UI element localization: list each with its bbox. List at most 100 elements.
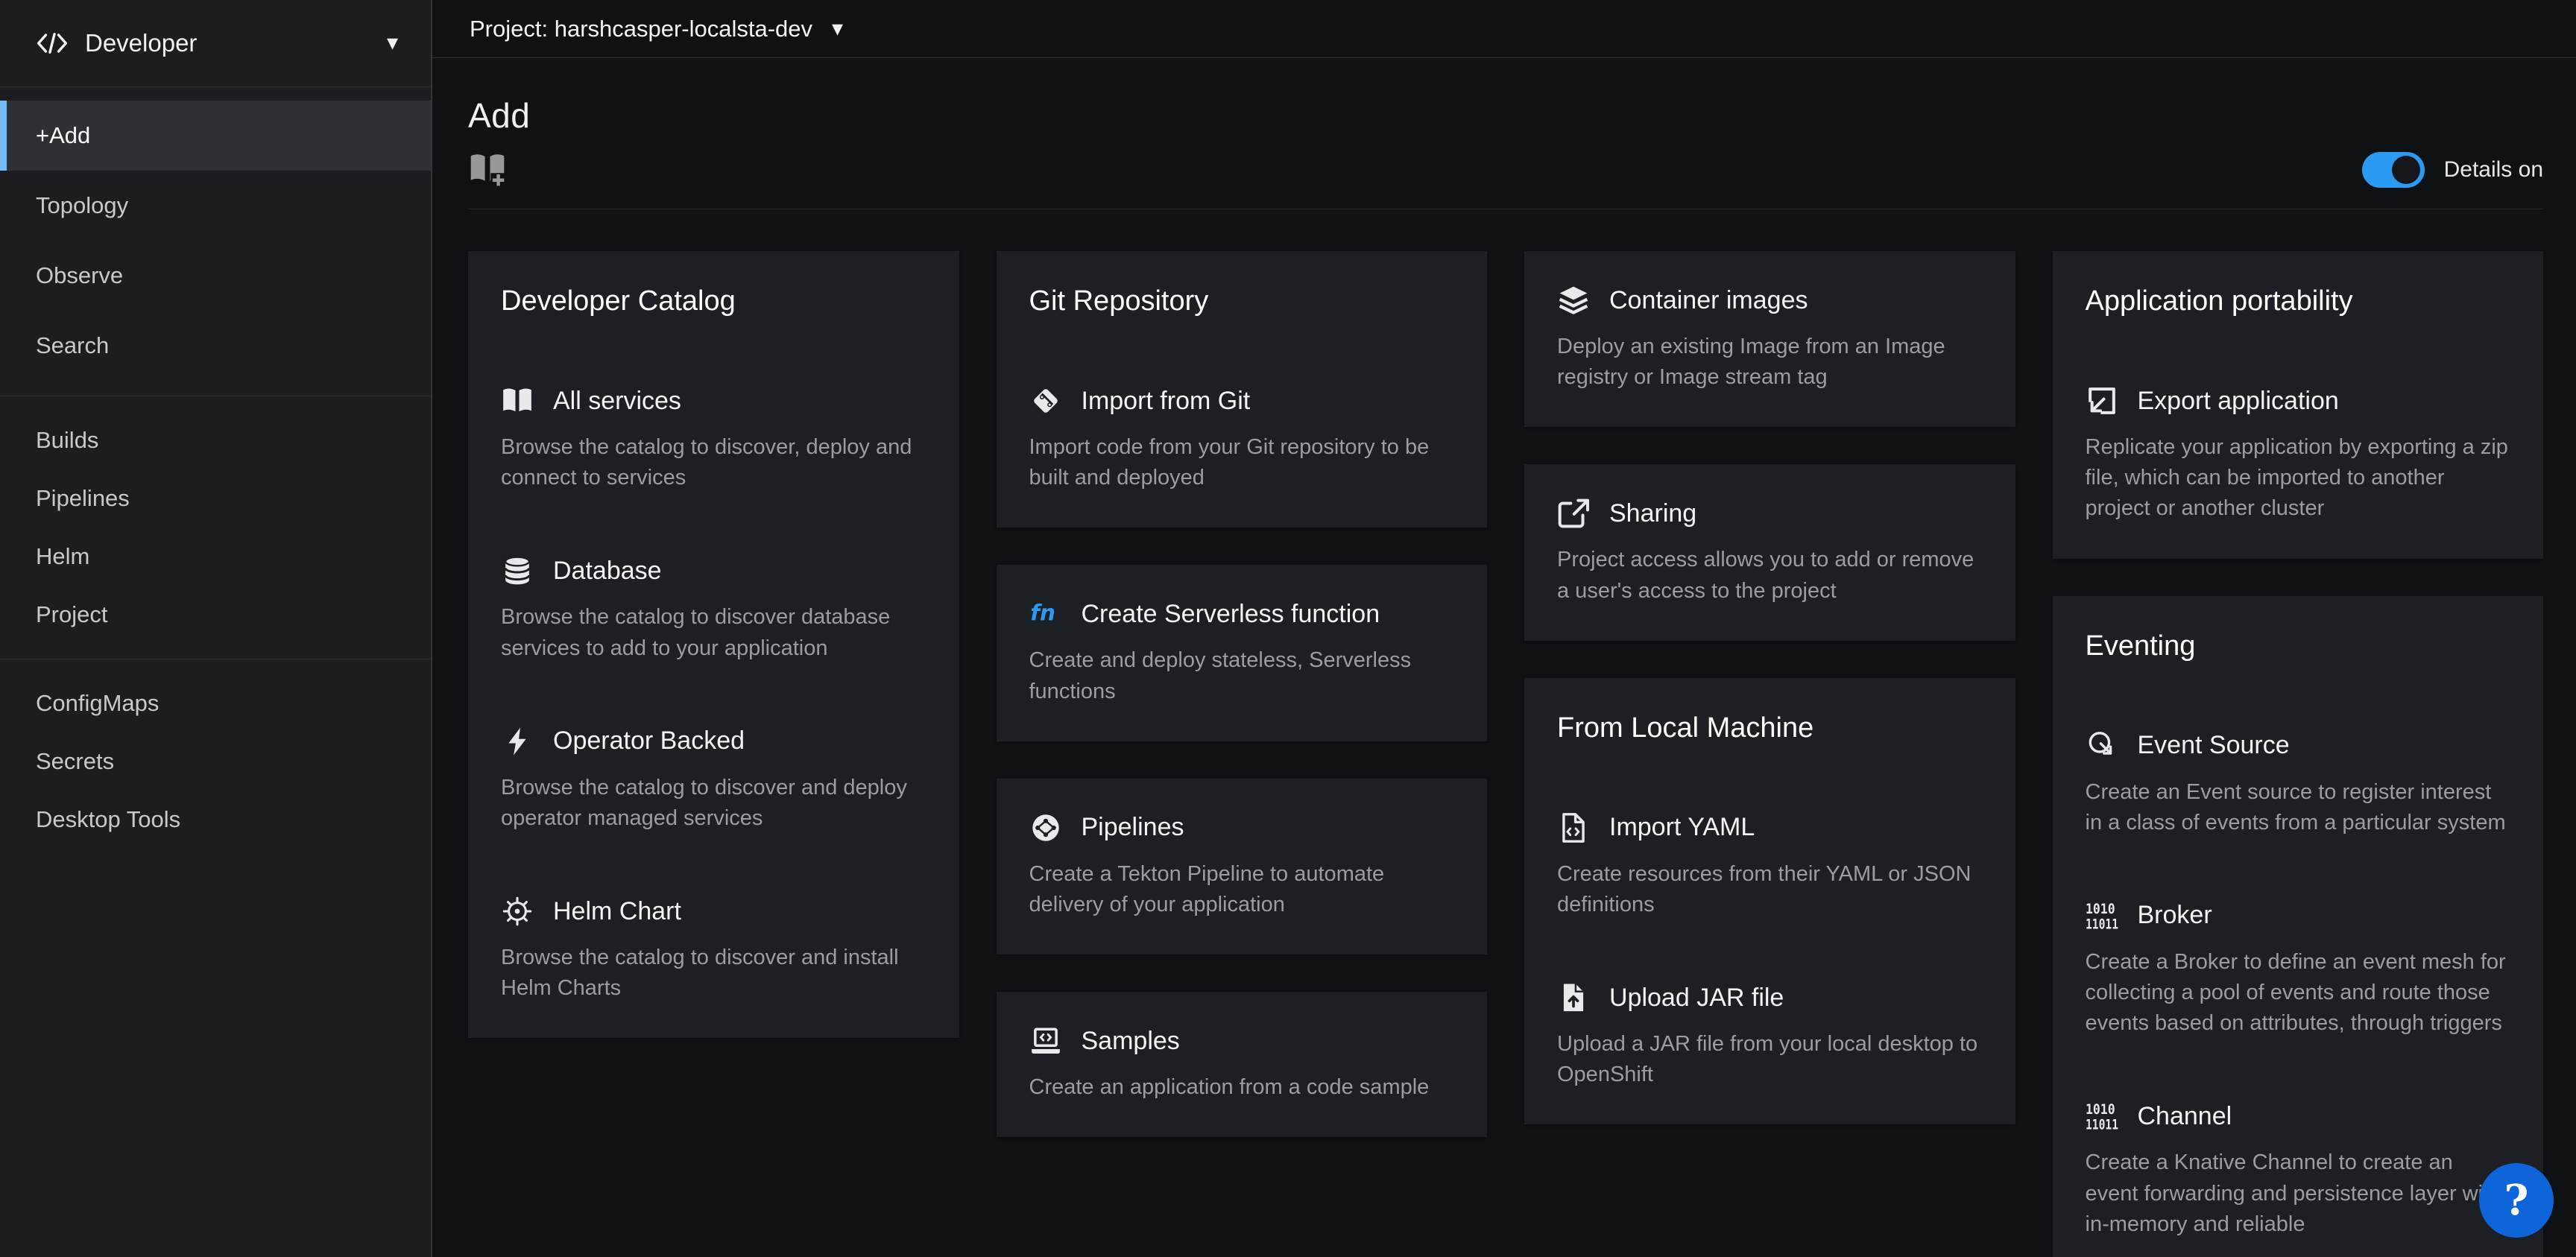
export-icon: [2086, 386, 2118, 416]
sidebar-item-label: Pipelines: [36, 485, 130, 512]
application-portability-card: Application portability Export applicati…: [2053, 251, 2544, 559]
item-title: Pipelines: [1082, 813, 1184, 842]
perspective-label: Developer: [85, 29, 387, 57]
sharing-item[interactable]: Sharing Project access allows you to add…: [1557, 498, 1983, 606]
caret-down-icon: ▾: [387, 32, 398, 54]
helm-chart-item[interactable]: Helm Chart Browse the catalog to discove…: [501, 896, 926, 1004]
bolt-icon: [501, 726, 534, 756]
sidebar-item-topology[interactable]: Topology: [0, 171, 431, 241]
database-icon: [501, 556, 534, 586]
catalog-column-1: Developer Catalog All services Browse th…: [468, 251, 959, 1038]
sharing-card: Sharing Project access allows you to add…: [1524, 464, 2015, 640]
eventing-card: Eventing Event Source Create an Event so…: [2053, 596, 2544, 1257]
all-services-item[interactable]: All services Browse the catalog to disco…: [501, 386, 926, 493]
item-description: Deploy an existing Image from an Image r…: [1557, 332, 1983, 393]
item-title: All services: [553, 387, 681, 416]
sidebar: Developer ▾ +Add Topology Observe Search…: [0, 0, 432, 1257]
binary-broker-icon: [2086, 901, 2118, 931]
import-yaml-item[interactable]: Import YAML Create resources from their …: [1557, 813, 1983, 920]
file-upload-icon: [1557, 983, 1590, 1013]
sidebar-item-add[interactable]: +Add: [0, 101, 431, 171]
project-bar: Project: harshcasper-localsta-dev ▾: [432, 0, 2576, 58]
sidebar-item-label: Topology: [36, 192, 128, 219]
item-description: Create an application from a code sample: [1029, 1072, 1455, 1103]
item-description: Browse the catalog to discover and insta…: [501, 943, 926, 1004]
item-description: Create and deploy stateless, Serverless …: [1029, 645, 1455, 706]
item-title: Import YAML: [1609, 813, 1755, 842]
item-title: Channel: [2138, 1102, 2232, 1131]
item-title: Export application: [2138, 387, 2339, 416]
item-title: Broker: [2138, 901, 2212, 930]
import-from-git-item[interactable]: Import from Git Import code from your Gi…: [1029, 386, 1455, 493]
item-title: Helm Chart: [553, 897, 681, 926]
create-serverless-function-item[interactable]: Create Serverless function Create and de…: [1029, 599, 1455, 706]
fn-icon: [1029, 599, 1062, 629]
book-icon: [501, 386, 534, 416]
details-toggle-label: Details on: [2444, 157, 2543, 183]
container-images-card: Container images Deploy an existing Imag…: [1524, 251, 2015, 427]
sidebar-item-project[interactable]: Project: [0, 586, 431, 644]
operator-backed-item[interactable]: Operator Backed Browse the catalog to di…: [501, 726, 926, 834]
item-description: Replicate your application by exporting …: [2086, 432, 2511, 525]
item-description: Create resources from their YAML or JSON…: [1557, 859, 1983, 920]
developer-catalog-card: Developer Catalog All services Browse th…: [468, 251, 959, 1038]
sidebar-item-builds[interactable]: Builds: [0, 411, 431, 469]
help-button[interactable]: ?: [2479, 1163, 2554, 1238]
item-description: Browse the catalog to discover, deploy a…: [501, 432, 926, 493]
channel-item[interactable]: Channel Create a Knative Channel to crea…: [2086, 1101, 2511, 1240]
sidebar-item-label: Project: [36, 601, 107, 628]
pipelines-item[interactable]: Pipelines Create a Tekton Pipeline to au…: [1029, 813, 1455, 920]
card-title: Eventing: [2086, 630, 2511, 662]
sidebar-item-search[interactable]: Search: [0, 311, 431, 381]
page-header: Add Details on: [468, 58, 2543, 209]
sidebar-item-label: Secrets: [36, 748, 114, 775]
event-source-item[interactable]: Event Source Create an Event source to r…: [2086, 731, 2511, 838]
tekton-pipelines-icon: [1029, 813, 1062, 843]
database-item[interactable]: Database Browse the catalog to discover …: [501, 556, 926, 663]
sidebar-item-secrets[interactable]: Secrets: [0, 732, 431, 791]
pipelines-card: Pipelines Create a Tekton Pipeline to au…: [997, 779, 1488, 954]
item-description: Create a Broker to define an event mesh …: [2086, 947, 2511, 1039]
item-title: Samples: [1082, 1027, 1180, 1056]
card-title: Application portability: [2086, 285, 2511, 317]
sidebar-item-desktop-tools[interactable]: Desktop Tools: [0, 791, 431, 849]
nav-group-config: ConfigMaps Secrets Desktop Tools: [0, 674, 431, 849]
item-description: Upload a JAR file from your local deskto…: [1557, 1029, 1983, 1090]
main-content: Project: harshcasper-localsta-dev ▾ Add …: [432, 0, 2576, 1257]
event-source-icon: [2086, 731, 2118, 761]
catalog-column-4: Application portability Export applicati…: [2053, 251, 2544, 1257]
item-title: Event Source: [2138, 731, 2290, 760]
perspective-switcher[interactable]: Developer ▾: [0, 0, 431, 87]
container-images-item[interactable]: Container images Deploy an existing Imag…: [1557, 285, 1983, 393]
sidebar-item-configmaps[interactable]: ConfigMaps: [0, 674, 431, 732]
question-mark-icon: ?: [2504, 1176, 2529, 1225]
nav-group-main: +Add Topology Observe Search: [0, 101, 431, 381]
samples-item[interactable]: Samples Create an application from a cod…: [1029, 1026, 1455, 1103]
helm-icon: [501, 896, 534, 926]
sidebar-item-label: ConfigMaps: [36, 690, 159, 717]
catalog-column-3: Container images Deploy an existing Imag…: [1524, 251, 2015, 1124]
broker-item[interactable]: Broker Create a Broker to define an even…: [2086, 901, 2511, 1039]
item-title: Database: [553, 557, 662, 586]
git-repository-card: Git Repository Import from Git Import co…: [997, 251, 1488, 528]
export-application-item[interactable]: Export application Replicate your applic…: [2086, 386, 2511, 525]
details-toggle-switch[interactable]: [2362, 152, 2425, 188]
sidebar-item-pipelines[interactable]: Pipelines: [0, 469, 431, 528]
project-selector-label: Project: harshcasper-localsta-dev: [470, 16, 812, 42]
item-description: Browse the catalog to discover database …: [501, 602, 926, 663]
samples-card: Samples Create an application from a cod…: [997, 992, 1488, 1137]
quick-starts-book-plus-icon[interactable]: [468, 152, 507, 188]
sidebar-item-label: Observe: [36, 262, 123, 289]
card-title: From Local Machine: [1557, 712, 1983, 744]
developer-console: Developer ▾ +Add Topology Observe Search…: [0, 0, 2576, 1257]
share-icon: [1557, 498, 1590, 528]
project-selector[interactable]: Project: harshcasper-localsta-dev ▾: [470, 16, 843, 42]
sidebar-nav: +Add Topology Observe Search Builds Pipe…: [0, 87, 431, 849]
sidebar-item-observe[interactable]: Observe: [0, 241, 431, 311]
sidebar-item-helm[interactable]: Helm: [0, 528, 431, 586]
upload-jar-file-item[interactable]: Upload JAR file Upload a JAR file from y…: [1557, 983, 1983, 1090]
item-title: Create Serverless function: [1082, 600, 1380, 629]
from-local-machine-card: From Local Machine Import YAML Create re…: [1524, 678, 2015, 1125]
serverless-function-card: Create Serverless function Create and de…: [997, 565, 1488, 741]
file-code-icon: [1557, 813, 1590, 843]
